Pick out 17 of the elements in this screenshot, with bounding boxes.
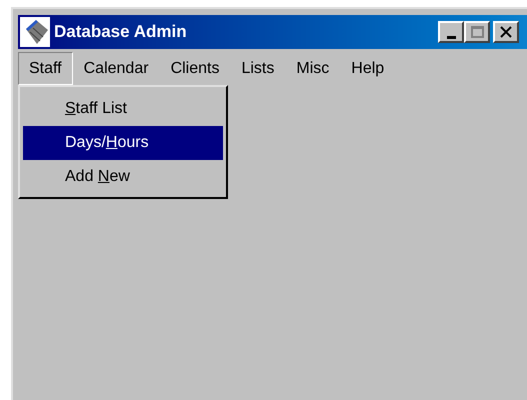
close-icon [500, 26, 512, 38]
menu-item[interactable]: Lists [230, 52, 286, 85]
dropdown-item[interactable]: Staff List [23, 92, 223, 126]
dropdown-item[interactable]: Add New [23, 160, 223, 194]
menu-item[interactable]: Misc [285, 52, 340, 85]
menu-item[interactable]: Staff [18, 52, 73, 85]
close-button[interactable] [493, 21, 519, 43]
menu-item[interactable]: Clients [160, 52, 230, 85]
dropdown-item[interactable]: Days/Hours [23, 126, 223, 160]
maximize-icon [470, 26, 484, 38]
menu-item[interactable]: Calendar [72, 52, 160, 85]
window-title: Database Admin [54, 21, 187, 44]
minimize-button[interactable] [438, 21, 464, 43]
database-icon [20, 17, 50, 47]
maximize-button[interactable] [464, 21, 490, 43]
minimize-icon [446, 36, 456, 38]
menu-item[interactable]: Help [340, 52, 396, 85]
